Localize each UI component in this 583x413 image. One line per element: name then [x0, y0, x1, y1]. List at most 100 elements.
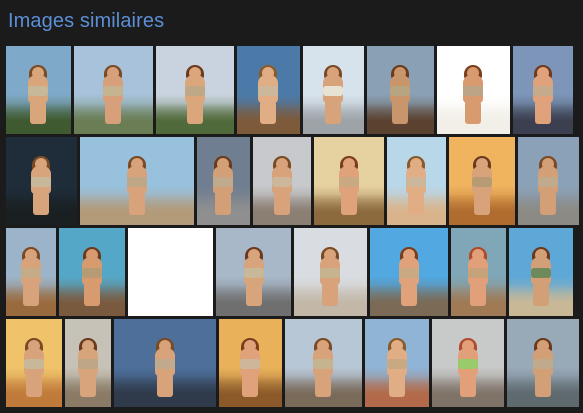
person-figure [77, 240, 106, 310]
outfit-shape [23, 359, 44, 370]
outfit-shape [81, 268, 102, 279]
image-thumbnail[interactable] [294, 228, 367, 316]
image-thumbnail[interactable] [437, 46, 510, 134]
outfit-shape [77, 359, 98, 370]
person-figure [320, 58, 347, 128]
person-figure [404, 149, 430, 219]
outfit-shape [184, 86, 205, 97]
image-thumbnail[interactable] [156, 46, 234, 134]
legs-shape [260, 100, 277, 125]
person-figure [143, 331, 188, 401]
person-figure [77, 331, 98, 401]
image-ground [128, 285, 213, 316]
image-thumbnail[interactable] [518, 137, 579, 225]
image-thumbnail[interactable] [128, 228, 213, 316]
outfit-shape [538, 177, 559, 188]
outfit-shape [471, 177, 492, 188]
legs-shape [532, 282, 549, 307]
legs-shape [470, 282, 487, 307]
person-figure [24, 58, 53, 128]
image-thumbnail[interactable] [219, 319, 282, 407]
outfit-shape [213, 177, 234, 188]
image-thumbnail[interactable] [216, 228, 291, 316]
legs-shape [23, 282, 39, 307]
outfit-shape [386, 359, 407, 370]
person-figure [466, 240, 490, 310]
legs-shape [128, 191, 145, 216]
legs-shape [340, 191, 357, 216]
image-thumbnail[interactable] [432, 319, 504, 407]
outfit-shape [532, 86, 553, 97]
legs-shape [25, 373, 42, 398]
person-figure [530, 58, 556, 128]
image-thumbnail[interactable] [303, 46, 364, 134]
person-figure [22, 331, 47, 401]
legs-shape [215, 191, 232, 216]
image-thumbnail[interactable] [6, 137, 77, 225]
outfit-shape [243, 268, 264, 279]
outfit-shape [530, 268, 551, 279]
person-figure [383, 331, 411, 401]
image-thumbnail[interactable] [513, 46, 573, 134]
outfit-shape [240, 359, 261, 370]
person-figure [112, 149, 162, 219]
image-thumbnail[interactable] [367, 46, 434, 134]
image-thumbnail[interactable] [74, 46, 153, 134]
image-thumbnail[interactable] [253, 137, 311, 225]
person-figure [96, 58, 131, 128]
image-thumbnail[interactable] [285, 319, 362, 407]
person-figure [386, 58, 415, 128]
image-thumbnail[interactable] [237, 46, 300, 134]
outfit-shape [103, 86, 124, 97]
image-thumbnail[interactable] [509, 228, 573, 316]
person-figure [527, 240, 555, 310]
legs-shape [459, 373, 476, 398]
person-figure [26, 149, 57, 219]
image-thumbnail[interactable] [80, 137, 194, 225]
person-figure [334, 149, 365, 219]
person-figure [314, 240, 346, 310]
person-figure [535, 149, 562, 219]
legs-shape [322, 282, 339, 307]
image-thumbnail[interactable] [114, 319, 216, 407]
outfit-shape [390, 86, 411, 97]
person-figure [178, 58, 212, 128]
image-grid [6, 46, 579, 407]
person-figure [392, 240, 426, 310]
outfit-shape [398, 268, 419, 279]
legs-shape [186, 100, 203, 125]
image-thumbnail[interactable] [65, 319, 111, 407]
image-thumbnail[interactable] [6, 319, 62, 407]
image-thumbnail[interactable] [197, 137, 250, 225]
outfit-shape [126, 177, 147, 188]
legs-shape [30, 100, 47, 125]
legs-shape [388, 373, 405, 398]
legs-shape [273, 191, 290, 216]
outfit-shape [258, 86, 279, 97]
image-thumbnail[interactable] [6, 228, 56, 316]
outfit-shape [320, 268, 341, 279]
outfit-shape [468, 268, 489, 279]
image-row [6, 137, 579, 225]
image-thumbnail[interactable] [451, 228, 506, 316]
image-thumbnail[interactable] [387, 137, 446, 225]
legs-shape [105, 100, 122, 125]
legs-shape [245, 282, 262, 307]
image-thumbnail[interactable] [59, 228, 125, 316]
person-figure [527, 331, 559, 401]
image-thumbnail[interactable] [370, 228, 448, 316]
image-row [6, 319, 579, 407]
legs-shape [325, 100, 342, 125]
similar-images-panel: Images similaires [0, 0, 583, 413]
legs-shape [156, 373, 173, 398]
outfit-shape [338, 177, 359, 188]
outfit-shape [532, 359, 553, 370]
image-thumbnail[interactable] [6, 46, 71, 134]
legs-shape [534, 100, 551, 125]
person-figure [20, 240, 42, 310]
image-thumbnail[interactable] [449, 137, 515, 225]
image-thumbnail[interactable] [314, 137, 384, 225]
image-thumbnail[interactable] [507, 319, 579, 407]
image-thumbnail[interactable] [365, 319, 429, 407]
person-figure [255, 58, 283, 128]
